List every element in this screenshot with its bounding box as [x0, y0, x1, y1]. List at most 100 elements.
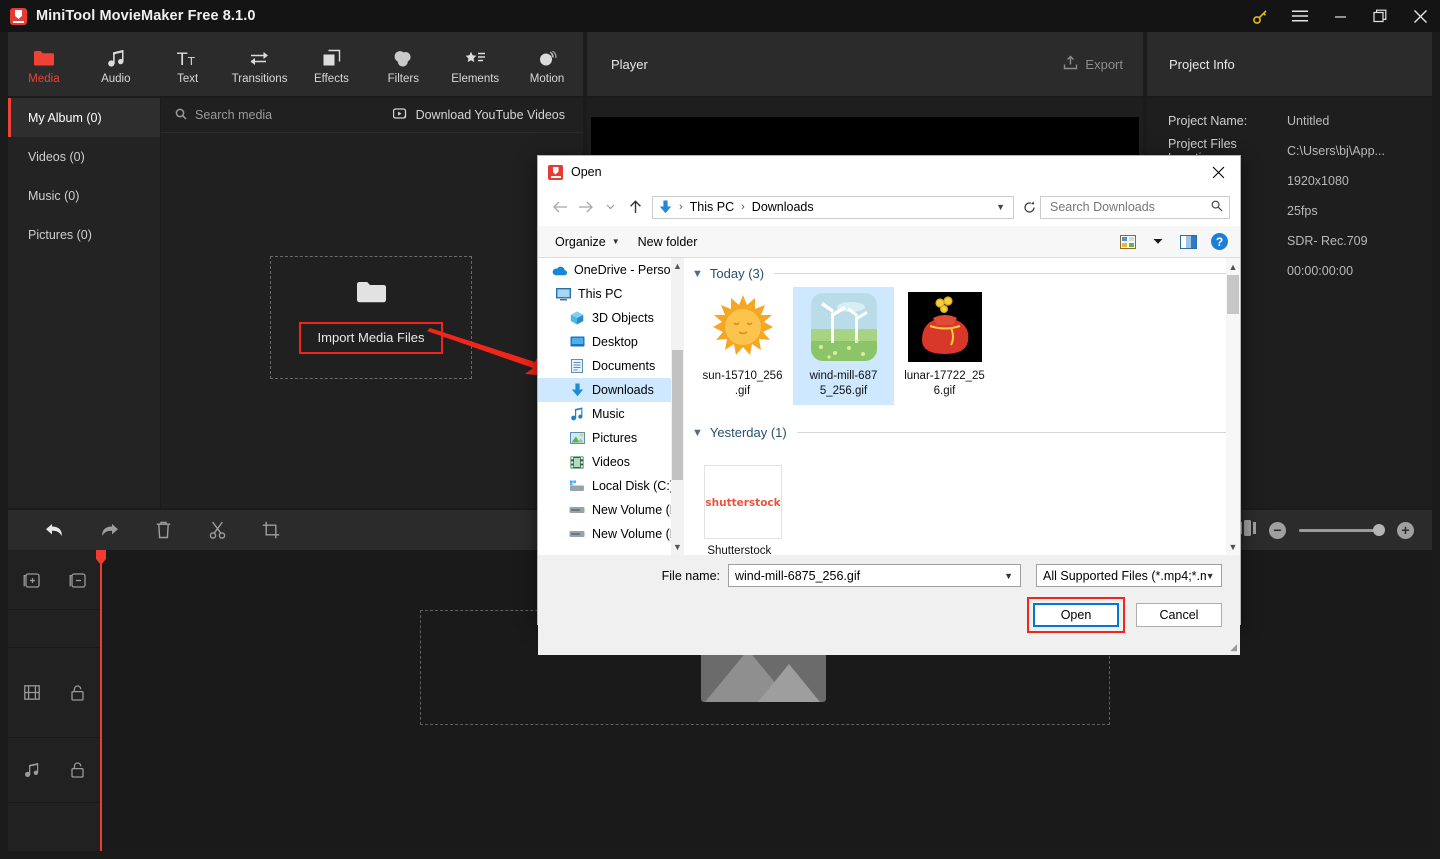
nav-item-downloads[interactable]: Downloads — [538, 378, 684, 402]
import-media-files-button[interactable]: Import Media Files — [298, 322, 444, 354]
undo-icon[interactable] — [28, 510, 82, 550]
nav-item-documents[interactable]: Documents — [538, 354, 684, 378]
tab-elements[interactable]: Elements — [439, 32, 511, 96]
dialog-footer: File name: wind-mill-6875_256.gif ▼ All … — [538, 555, 1240, 655]
zoom-out-button[interactable]: − — [1269, 521, 1286, 539]
new-folder-button[interactable]: New folder — [629, 235, 707, 249]
tab-audio-label: Audio — [101, 72, 131, 85]
file-group-label: Yesterday (1) — [709, 425, 787, 440]
search-downloads-input[interactable]: Search Downloads — [1040, 195, 1230, 219]
chevron-down-icon[interactable]: ▼ — [988, 202, 1013, 212]
search-input[interactable]: Search media — [175, 108, 272, 123]
chevron-down-icon[interactable]: ▼ — [1004, 571, 1020, 581]
track-header-spacer — [8, 610, 100, 648]
view-options-icon[interactable] — [1115, 230, 1141, 254]
zoom-slider-knob[interactable] — [1373, 524, 1385, 536]
organize-menu[interactable]: Organize ▼ — [546, 235, 629, 249]
file-tile-shutterstock[interactable]: shutterstock Shutterstock_ watermark-re — [692, 462, 793, 555]
media-album-sidebar: My Album (0) Videos (0) Music (0) Pictur… — [8, 98, 160, 508]
tab-transitions[interactable]: Transitions — [224, 32, 296, 96]
refresh-icon[interactable] — [1018, 201, 1040, 214]
scroll-down-arrow-icon[interactable]: ▼ — [1226, 538, 1240, 555]
tab-filters[interactable]: Filters — [367, 32, 439, 96]
add-track-icon[interactable] — [23, 571, 40, 588]
crop-icon[interactable] — [244, 510, 298, 550]
redo-icon[interactable] — [82, 510, 136, 550]
chevron-down-icon[interactable]: ▼ — [692, 427, 703, 439]
sidebar-item-my-album[interactable]: My Album (0) — [8, 98, 160, 137]
nav-item-desktop[interactable]: Desktop — [538, 330, 684, 354]
breadcrumb-downloads[interactable]: Downloads — [750, 200, 816, 214]
download-youtube-button[interactable]: Download YouTube Videos — [392, 107, 565, 123]
file-group-header-yesterday[interactable]: ▼ Yesterday (1) — [684, 405, 1240, 440]
sidebar-item-videos[interactable]: Videos (0) — [8, 137, 160, 176]
file-type-select[interactable]: All Supported Files (*.mp4;*.mc ▼ — [1036, 564, 1222, 587]
nav-item-new-volume-e[interactable]: New Volume (E:) — [538, 522, 684, 546]
nav-item-this-pc[interactable]: This PC — [538, 282, 684, 306]
fit-to-timeline-icon[interactable] — [1239, 519, 1256, 541]
video-track-lock-icon[interactable] — [71, 684, 84, 701]
maximize-icon[interactable] — [1360, 0, 1400, 32]
sidebar-item-music[interactable]: Music (0) — [8, 176, 160, 215]
group-divider — [796, 432, 1226, 433]
close-icon[interactable] — [1400, 0, 1440, 32]
preview-pane-icon[interactable] — [1175, 230, 1201, 254]
timeline-playhead[interactable] — [96, 550, 106, 851]
nav-item-new-volume-d[interactable]: New Volume (D: — [538, 498, 684, 522]
nav-item-onedrive[interactable]: OneDrive - Persor — [538, 258, 684, 282]
nav-item-music[interactable]: Music — [538, 402, 684, 426]
file-pane-scrollbar[interactable]: ▲ ▼ — [1226, 258, 1240, 555]
scroll-up-arrow-icon[interactable]: ▲ — [1226, 258, 1240, 275]
nav-item-label: Downloads — [592, 383, 654, 397]
breadcrumb-this-pc[interactable]: This PC — [688, 200, 736, 214]
tab-motion[interactable]: Motion — [511, 32, 583, 96]
file-tile-windmill[interactable]: wind-mill-687 5_256.gif — [793, 287, 894, 405]
export-button[interactable]: Export — [1063, 55, 1123, 73]
up-arrow-icon[interactable] — [623, 194, 648, 220]
scroll-down-arrow-icon[interactable]: ▼ — [671, 539, 684, 555]
key-icon[interactable] — [1240, 0, 1280, 32]
chevron-down-icon[interactable] — [1145, 230, 1171, 254]
file-tile-sun[interactable]: sun-15710_256 .gif — [692, 287, 793, 405]
delete-icon[interactable] — [136, 510, 190, 550]
nav-item-3d-objects[interactable]: 3D Objects — [538, 306, 684, 330]
tab-text[interactable]: TT Text — [152, 32, 224, 96]
tab-media-label: Media — [28, 72, 60, 85]
dialog-close-icon[interactable] — [1196, 156, 1240, 188]
file-tile-lunar[interactable]: lunar-17722_25 6.gif — [894, 287, 995, 405]
tab-media[interactable]: Media — [8, 32, 80, 96]
audio-track-icon[interactable] — [24, 762, 40, 778]
chevron-down-icon[interactable]: ▼ — [692, 268, 703, 280]
video-track-icon[interactable] — [23, 685, 40, 700]
nav-item-pictures[interactable]: Pictures — [538, 426, 684, 450]
chevron-down-icon[interactable]: ▼ — [1206, 571, 1221, 581]
zoom-in-button[interactable]: + — [1397, 521, 1414, 539]
remove-track-icon[interactable] — [69, 571, 86, 588]
nav-pane-scroll-thumb[interactable] — [672, 350, 683, 480]
zoom-slider[interactable] — [1299, 524, 1385, 536]
file-group-header-today[interactable]: ▼ Today (3) — [684, 258, 1240, 281]
recent-locations-icon[interactable] — [598, 194, 623, 220]
file-name-input[interactable]: wind-mill-6875_256.gif ▼ — [728, 564, 1021, 587]
help-icon[interactable]: ? — [1211, 233, 1228, 250]
scroll-up-arrow-icon[interactable]: ▲ — [671, 258, 684, 274]
hamburger-menu-icon[interactable] — [1280, 0, 1320, 32]
sidebar-item-pictures[interactable]: Pictures (0) — [8, 215, 160, 254]
split-scissors-icon[interactable] — [190, 510, 244, 550]
nav-item-local-disk-c[interactable]: Local Disk (C:) — [538, 474, 684, 498]
open-file-dialog: Open › This PC › Downloads ▼ Search Down… — [537, 155, 1241, 655]
file-pane-scroll-thumb[interactable] — [1227, 275, 1239, 314]
audio-track-lock-icon[interactable] — [71, 762, 84, 778]
app-title: MiniTool MovieMaker Free 8.1.0 — [36, 8, 256, 24]
back-arrow-icon[interactable] — [548, 194, 573, 220]
forward-arrow-icon[interactable] — [573, 194, 598, 220]
nav-item-videos[interactable]: Videos — [538, 450, 684, 474]
nav-pane-scrollbar[interactable]: ▲ ▼ — [671, 258, 684, 555]
address-bar[interactable]: › This PC › Downloads ▼ — [652, 195, 1014, 219]
cancel-button[interactable]: Cancel — [1136, 603, 1222, 627]
tab-audio[interactable]: Audio — [80, 32, 152, 96]
tab-effects[interactable]: Effects — [296, 32, 368, 96]
open-button[interactable]: Open — [1033, 603, 1119, 627]
resize-grip-icon[interactable]: ◢ — [1230, 642, 1237, 653]
minimize-icon[interactable] — [1320, 0, 1360, 32]
